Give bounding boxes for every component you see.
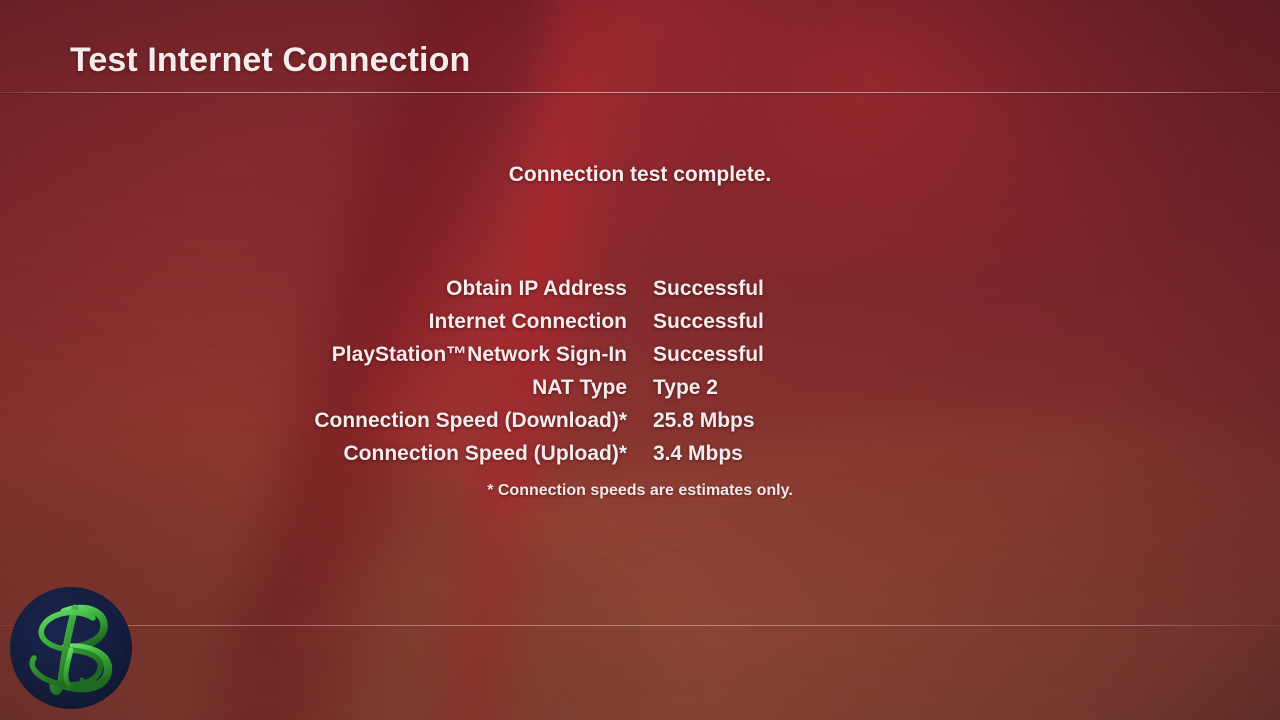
result-label: PlayStation™Network Sign-In [331, 343, 627, 366]
result-label: NAT Type [532, 376, 627, 399]
result-row-internet-connection: Internet Connection Successful [0, 310, 1280, 343]
result-label: Obtain IP Address [446, 277, 627, 300]
result-row-connection-speed-upload: Connection Speed (Upload)* 3.4 Mbps [0, 442, 1280, 475]
result-label: Internet Connection [428, 310, 627, 333]
status-message: Connection test complete. [0, 163, 1280, 187]
background-glow-top [600, 0, 1220, 270]
result-value: Successful [653, 277, 764, 300]
result-value: 25.8 Mbps [653, 409, 755, 432]
result-label: Connection Speed (Download)* [314, 409, 627, 432]
result-row-obtain-ip-address: Obtain IP Address Successful [0, 277, 1280, 310]
page-title: Test Internet Connection [70, 41, 471, 79]
footnote-text: * Connection speeds are estimates only. [487, 482, 793, 499]
result-row-nat-type: NAT Type Type 2 [0, 376, 1280, 409]
status-message-text: Connection test complete. [508, 163, 772, 186]
jb-monogram-icon [10, 587, 132, 709]
footnote: * Connection speeds are estimates only. [0, 482, 1280, 500]
result-row-connection-speed-download: Connection Speed (Download)* 25.8 Mbps [0, 409, 1280, 442]
result-value: Successful [653, 310, 764, 333]
channel-logo-watermark [9, 586, 133, 710]
result-row-psn-sign-in: PlayStation™Network Sign-In Successful [0, 343, 1280, 376]
result-value: 3.4 Mbps [653, 442, 743, 465]
connection-test-results: Obtain IP Address Successful Internet Co… [0, 277, 1280, 475]
result-value: Successful [653, 343, 764, 366]
result-value: Type 2 [653, 376, 718, 399]
ps-connection-test-screen: Test Internet Connection Connection test… [0, 0, 1280, 720]
result-label: Connection Speed (Upload)* [343, 442, 628, 465]
